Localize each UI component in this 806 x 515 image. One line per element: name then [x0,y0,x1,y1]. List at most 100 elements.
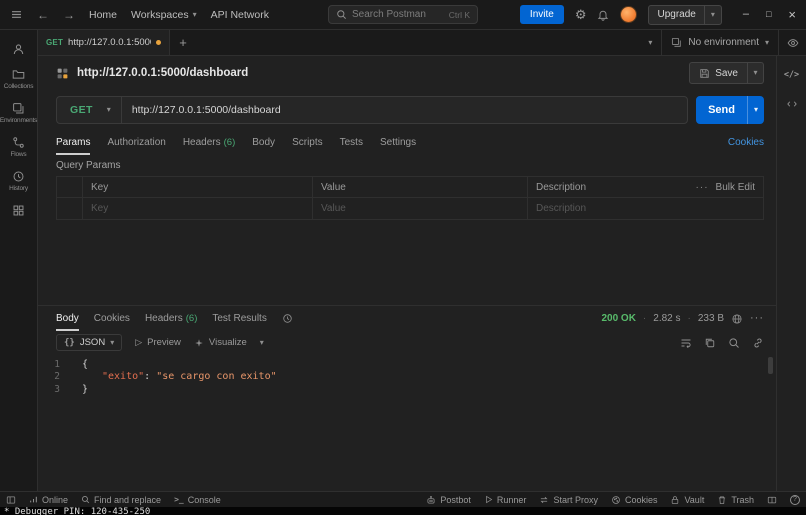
param-description-input[interactable] [536,203,755,214]
column-header-key: Key [83,177,313,197]
send-button[interactable]: Send ▾ [696,96,764,124]
environment-quick-look-button[interactable] [778,30,806,55]
invite-button[interactable]: Invite [519,5,564,24]
hamburger-menu-icon[interactable] [10,8,23,21]
trash-button[interactable]: Trash [717,495,754,505]
minimize-button[interactable]: – [743,9,749,20]
start-proxy-button[interactable]: Start Proxy [539,495,598,505]
column-header-value: Value [313,177,528,197]
tab-settings[interactable]: Settings [380,130,416,155]
copy-icon[interactable] [704,337,716,349]
editor-scrollbar[interactable] [768,357,773,374]
left-sidebar: Collections Environments Flows History [0,30,38,491]
visualize-label: Visualize [208,337,247,348]
response-tab-cookies[interactable]: Cookies [94,306,130,331]
environment-selector[interactable]: No environment ▾ [661,30,778,55]
line-number: 1 [54,358,60,370]
sidebar-item-flows[interactable]: Flows [0,131,37,163]
runner-label: Runner [496,494,527,505]
response-size[interactable]: 233 B [698,313,724,324]
status-badge[interactable]: 200 OK [601,313,635,324]
response-tab-headers[interactable]: Headers (6) [145,306,197,331]
sidebar-item-profile[interactable] [0,38,37,61]
forward-icon[interactable]: → [63,9,75,21]
collections-folder-icon [12,68,25,81]
search-input[interactable] [352,9,444,20]
console-button[interactable]: >_ Console [174,495,221,505]
cookies-button[interactable]: Cookies [611,495,657,505]
notifications-bell-icon[interactable] [597,9,609,21]
link-icon[interactable] [752,337,764,349]
send-options-chevron[interactable]: ▾ [747,96,764,124]
wrap-text-icon[interactable] [680,337,692,349]
response-tab-test-results[interactable]: Test Results [212,306,266,331]
pane-splitter[interactable] [38,220,776,305]
param-value-input[interactable] [321,203,519,214]
nav-home[interactable]: Home [89,9,117,21]
user-avatar[interactable] [620,6,638,23]
postbot-button[interactable]: Postbot [426,495,471,505]
param-key-input[interactable] [91,203,304,214]
maximize-button[interactable]: □ [766,10,771,19]
expand-panel-icon[interactable] [786,98,798,110]
tab-scripts[interactable]: Scripts [292,130,323,155]
response-tab-body[interactable]: Body [56,306,79,331]
save-button[interactable]: Save ▾ [689,62,764,84]
sidebar-item-more[interactable] [0,199,37,222]
globe-icon[interactable] [731,313,743,325]
upgrade-button[interactable]: Upgrade ▾ [648,4,722,25]
query-params-table: Key Value Description ··· Bulk Edit [56,176,764,220]
line-number: 3 [54,383,60,395]
back-icon[interactable]: ← [37,9,49,21]
method-selector[interactable]: GET ▾ [57,97,122,123]
search-in-body-icon[interactable] [728,337,740,349]
new-tab-button[interactable]: + [170,30,196,55]
url-input[interactable] [121,104,688,116]
format-select[interactable]: {} JSON ▾ [56,334,123,351]
save-options-chevron[interactable]: ▾ [747,63,763,83]
two-pane-icon [767,495,777,505]
visualize-button[interactable]: Visualize [194,337,247,348]
upgrade-chevron[interactable]: ▾ [703,5,721,24]
sidebar-item-environments[interactable]: Environments [0,97,37,129]
tab-options-chevron[interactable]: ▾ [639,30,661,55]
response-time[interactable]: 2.82 s [653,313,680,324]
visualize-options-chevron[interactable]: ▾ [260,338,264,347]
vault-button[interactable]: Vault [670,495,704,505]
help-button[interactable]: ? [790,494,800,505]
find-and-replace-button[interactable]: Find and replace [81,495,161,505]
response-more-icon[interactable]: ··· [750,313,764,324]
sidebar-label-history: History [9,185,28,192]
response-body-editor[interactable]: 1 { 2 "exito": "se cargo con exito" 3 } [38,354,776,491]
tab-headers[interactable]: Headers (6) [183,130,235,155]
preview-button[interactable]: ▷ Preview [135,337,181,348]
cookies-link[interactable]: Cookies [728,137,764,148]
toggle-sidebar-button[interactable] [6,495,16,505]
sidebar-item-collections[interactable]: Collections [0,63,37,95]
sidebar-item-history[interactable]: History [0,165,37,197]
runner-button[interactable]: Runner [484,494,527,505]
online-label: Online [42,494,69,505]
tab-headers-label: Headers [182,137,221,148]
code-snippet-icon[interactable]: </> [784,70,799,80]
close-button[interactable]: × [788,8,796,21]
response-history-clock-icon[interactable] [282,313,293,324]
search-icon [336,9,347,20]
two-pane-view-button[interactable] [767,495,777,505]
bulk-edit-button[interactable]: Bulk Edit [716,182,755,193]
global-search[interactable]: Ctrl K [328,5,478,24]
nav-workspaces[interactable]: Workspaces ▾ [131,9,197,21]
tab-body[interactable]: Body [252,130,275,155]
tab-authorization[interactable]: Authorization [107,130,165,155]
tab-authorization-label: Authorization [107,137,166,148]
settings-gear-icon[interactable]: ⚙ [575,7,587,23]
request-tab-active[interactable]: GET http://127.0.0.1:5000/da [38,30,170,55]
nav-api-network[interactable]: API Network [211,9,269,21]
status-bar: Online Find and replace >_ Console Postb… [0,491,806,507]
preview-icon: ▷ [135,337,143,347]
help-icon: ? [790,494,800,505]
params-more-icon[interactable]: ··· [696,182,709,193]
tab-tests[interactable]: Tests [340,130,363,155]
online-status[interactable]: Online [29,495,68,505]
tab-params[interactable]: Params [56,130,91,155]
